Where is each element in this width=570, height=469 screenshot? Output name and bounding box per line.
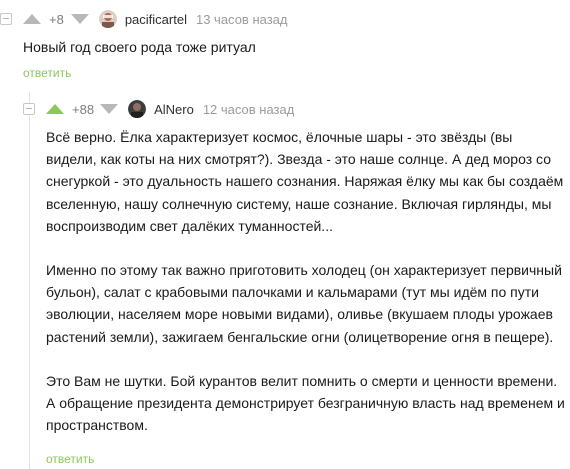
username[interactable]: AlNero bbox=[154, 102, 194, 117]
collapse-thread-button[interactable] bbox=[23, 103, 35, 115]
comment-paragraph: Новый год своего рода тоже ритуал bbox=[23, 39, 256, 55]
comment-body: Новый год своего рода тоже ритуал bbox=[23, 36, 553, 58]
timestamp[interactable]: 12 часов назад bbox=[203, 102, 295, 117]
collapse-thread-button[interactable] bbox=[0, 13, 12, 25]
thread-line[interactable] bbox=[29, 92, 30, 469]
comment-header: +8 pacificartel 13 часов назад bbox=[23, 9, 287, 29]
upvote-arrow-icon[interactable] bbox=[46, 104, 64, 114]
downvote-arrow-icon[interactable] bbox=[100, 104, 119, 114]
avatar[interactable] bbox=[98, 10, 117, 28]
username[interactable]: pacificartel bbox=[125, 12, 187, 27]
comment-paragraph: Это Вам не шутки. Бой курантов велит пом… bbox=[46, 372, 565, 434]
reply-link[interactable]: ответить bbox=[46, 452, 94, 466]
comment-header: +88 AlNero 12 часов назад bbox=[46, 99, 294, 119]
comment-paragraph: Всё верно. Ёлка характеризует космос, ёл… bbox=[46, 129, 564, 234]
comment-rating: +8 bbox=[49, 11, 64, 27]
downvote-arrow-icon[interactable] bbox=[70, 14, 89, 24]
avatar[interactable] bbox=[128, 100, 147, 118]
comment-paragraph: Именно по этому так важно приготовить хо… bbox=[46, 262, 562, 345]
upvote-arrow-icon[interactable] bbox=[23, 14, 41, 24]
timestamp[interactable]: 13 часов назад bbox=[196, 12, 288, 27]
comment-rating: +88 bbox=[72, 101, 95, 117]
reply-link[interactable]: ответить bbox=[23, 66, 71, 80]
comment-body: Всё верно. Ёлка характеризует космос, ёл… bbox=[46, 126, 566, 436]
